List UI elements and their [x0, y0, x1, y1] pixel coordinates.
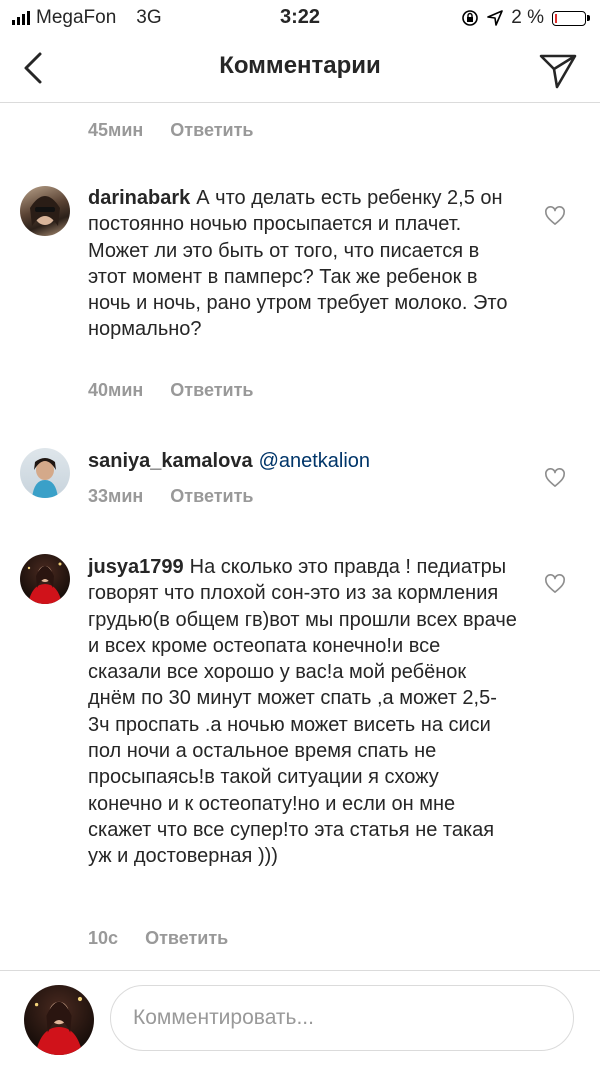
avatar-photo	[34, 996, 83, 1055]
page-title: Комментарии	[219, 52, 381, 79]
comment-username[interactable]: saniya_kamalova	[88, 450, 253, 472]
comment-text: darinabark А что делать есть ребенку 2,5 …	[88, 185, 518, 343]
avatar-photo	[30, 196, 60, 226]
comment-meta: 40мин Ответить	[88, 380, 253, 401]
avatar	[24, 985, 94, 1055]
reply-button[interactable]: Ответить	[170, 380, 253, 400]
reply-button[interactable]: Ответить	[145, 928, 228, 948]
navigation-bar: Комментарии	[0, 36, 600, 103]
location-arrow-icon	[487, 10, 504, 26]
paper-plane-icon[interactable]	[538, 50, 578, 90]
rotation-lock-icon	[462, 10, 479, 26]
comment-time: 40мин	[88, 380, 144, 400]
comment-time: 45мин	[88, 120, 144, 140]
reply-button[interactable]: Ответить	[170, 486, 253, 506]
heart-icon[interactable]	[544, 468, 566, 488]
battery-icon	[552, 10, 590, 26]
comment-input[interactable]: Комментировать...	[110, 985, 574, 1051]
avatar[interactable]	[20, 448, 70, 498]
comment-meta: 33мин Ответить	[88, 486, 253, 507]
status-right: 2 %	[461, 7, 590, 29]
battery-percent: 2 %	[511, 7, 544, 28]
comment-username[interactable]: jusya1799	[88, 556, 184, 578]
avatar[interactable]	[20, 554, 70, 604]
heart-icon[interactable]	[544, 574, 566, 594]
avatar-photo	[32, 458, 58, 498]
comment-meta: 10с Ответить	[88, 928, 228, 949]
status-bar: MegaFon 3G 3:22 2 %	[0, 0, 600, 36]
comment-text: jusya1799 На сколько это правда ! педиатр…	[88, 554, 518, 870]
comment-body: На сколько это правда ! педиатры говорят…	[88, 556, 517, 868]
heart-icon[interactable]	[544, 206, 566, 226]
avatar-photo	[27, 562, 62, 604]
reply-button[interactable]: Ответить	[170, 120, 253, 140]
comment-username[interactable]: darinabark	[88, 187, 190, 209]
avatar[interactable]	[20, 186, 70, 236]
comment-time: 10с	[88, 928, 119, 948]
comment-mention[interactable]: @anetkalion	[259, 450, 370, 472]
comment-time: 33мин	[88, 486, 144, 506]
comment-meta: 45мин Ответить	[88, 120, 253, 141]
comment-body: А что делать есть ребенку 2,5 он постоян…	[88, 187, 508, 341]
comment-composer: Комментировать...	[0, 970, 600, 1067]
comment-text: saniya_kamalova @anetkalion	[88, 448, 518, 474]
